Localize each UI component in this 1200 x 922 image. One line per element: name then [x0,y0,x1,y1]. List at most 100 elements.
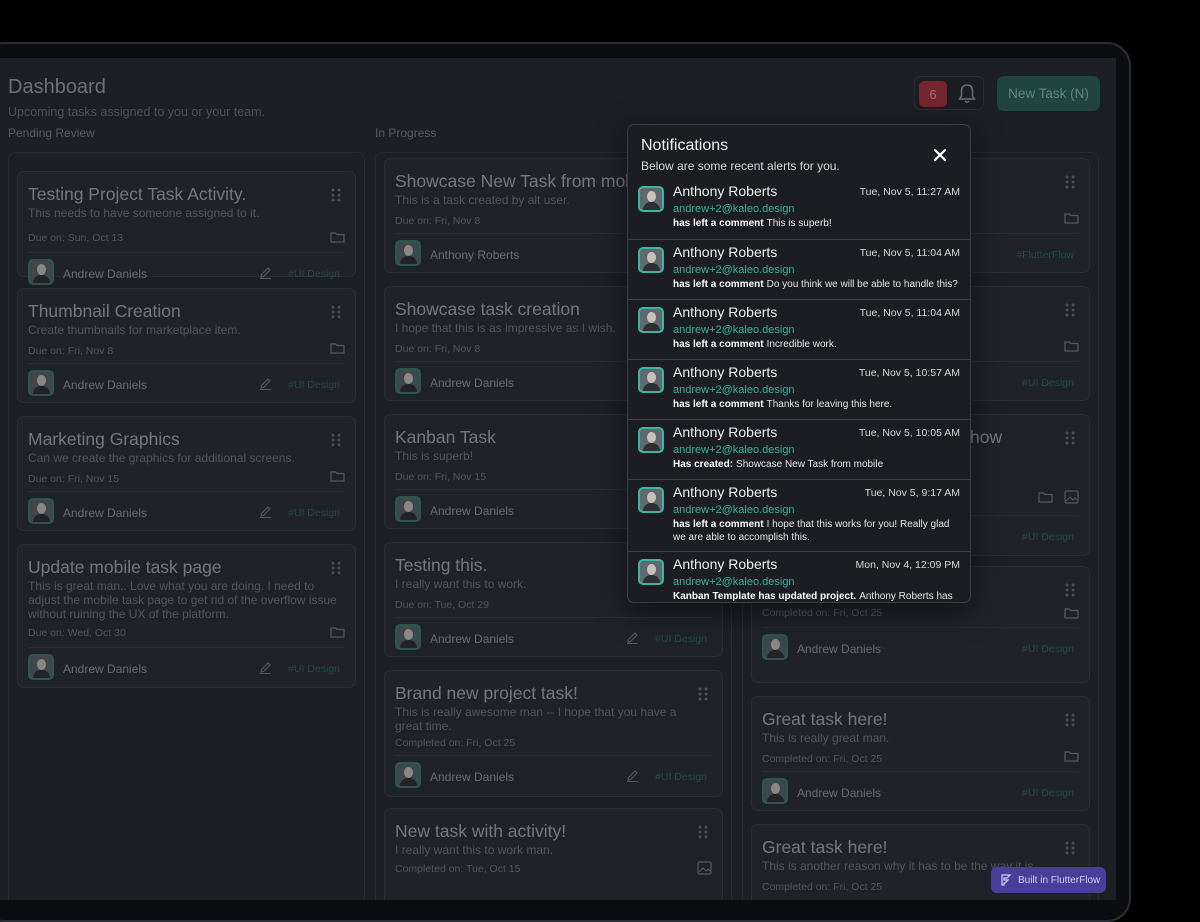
notification-message: Kanban Template has updated project. Anth… [673,590,958,602]
edit-icon[interactable] [259,505,272,518]
notification-time: Tue, Nov 5, 11:27 AM [859,186,960,198]
avatar [638,247,664,273]
edit-icon[interactable] [259,377,272,390]
drag-handle-icon[interactable] [1065,303,1075,317]
drag-handle-icon[interactable] [698,687,708,701]
notification-text: Anthony Roberts has [859,591,953,602]
drag-handle-icon[interactable] [1065,841,1075,855]
notification-item[interactable]: Anthony Roberts Mon, Nov 4, 12:09 PM and… [628,551,970,602]
card-divider [395,755,712,756]
notification-item[interactable]: Anthony Roberts Tue, Nov 5, 9:17 AM andr… [628,479,970,551]
notification-toggle[interactable]: 6 [914,76,984,110]
drag-handle-icon[interactable] [331,188,341,202]
drag-handle-icon[interactable] [698,825,708,839]
notifications-list: Anthony Roberts Tue, Nov 5, 11:27 AM and… [628,179,970,602]
notification-author: Anthony Roberts [673,244,778,260]
notification-item[interactable]: Anthony Roberts Tue, Nov 5, 10:05 AM and… [628,419,970,479]
notification-email: andrew+2@kaleo.design [673,264,795,276]
folder-icon[interactable] [1064,750,1079,762]
task-card[interactable]: Marketing Graphics Can we create the gra… [17,416,356,531]
task-tag: #UI Design [288,268,340,280]
image-icon[interactable] [1064,490,1079,504]
notification-text: Thanks for leaving this here. [766,399,893,410]
task-tag: #UI Design [1022,787,1074,799]
drag-handle-icon[interactable] [1065,713,1075,727]
task-card[interactable]: Great task here! This is really great ma… [751,696,1090,811]
task-due-date: Due on: Tue, Oct 29 [395,599,489,611]
avatar [28,259,54,285]
notification-item[interactable]: Anthony Roberts Tue, Nov 5, 11:04 AM and… [628,299,970,359]
notification-action: has left a comment [673,218,764,229]
folder-icon[interactable] [1064,340,1079,352]
folder-icon[interactable] [1064,607,1079,619]
task-card[interactable]: New task with activity! I really want th… [384,808,723,900]
column-title-pending-review: Pending Review [8,126,95,140]
folder-icon[interactable] [330,470,345,482]
drag-handle-icon[interactable] [1065,175,1075,189]
task-card[interactable]: Brand new project task! This is really a… [384,670,723,797]
avatar [638,487,664,513]
notification-item[interactable]: Anthony Roberts Tue, Nov 5, 11:04 AM and… [628,239,970,299]
folder-icon[interactable] [330,231,345,243]
notification-email: andrew+2@kaleo.design [673,324,795,336]
image-icon[interactable] [697,861,712,875]
notification-message: has left a comment This is superb! [673,217,958,230]
task-tag: #FlutterFlow [1016,249,1074,261]
folder-icon[interactable] [330,626,345,638]
task-description: This is great man.. Love what you are do… [28,579,337,621]
task-card[interactable]: Update mobile task page This is great ma… [17,544,356,688]
assignee-name: Andrew Daniels [63,662,148,676]
notification-email: andrew+2@kaleo.design [673,384,795,396]
notification-action: Has created: [673,459,734,470]
task-due-date: Completed on: Tue, Oct 15 [395,863,521,875]
built-in-flutterflow-badge[interactable]: Built in FlutterFlow [991,867,1106,893]
assignee-name: Anthony Roberts [430,248,520,262]
edit-icon[interactable] [259,661,272,674]
close-icon[interactable] [932,147,948,163]
task-card[interactable]: Testing Project Task Activity. This need… [17,171,356,285]
avatar [28,370,54,396]
drag-handle-icon[interactable] [331,561,341,575]
task-due-date: Due on: Sun, Oct 13 [28,232,124,244]
task-description: This is really awesome man -- I hope tha… [395,705,677,733]
card-divider [28,252,345,253]
edit-icon[interactable] [626,631,639,644]
page-title: Dashboard [8,76,106,98]
card-divider [28,363,345,364]
notification-item[interactable]: Anthony Roberts Tue, Nov 5, 10:57 AM and… [628,359,970,419]
drag-handle-icon[interactable] [331,305,341,319]
notification-text: Do you think we will be able to handle t… [766,279,958,290]
folder-icon[interactable] [1038,491,1053,503]
notification-text: Incredible work. [766,339,837,350]
folder-icon[interactable] [1064,212,1079,224]
notifications-subtitle: Below are some recent alerts for you. [641,159,840,173]
folder-icon[interactable] [330,342,345,354]
drag-handle-icon[interactable] [1065,431,1075,445]
edit-icon[interactable] [259,266,272,279]
page-header: Dashboard Upcoming tasks assigned to you… [8,76,265,119]
task-tag: #UI Design [655,633,707,645]
notification-time: Tue, Nov 5, 10:05 AM [858,427,960,439]
avatar [638,186,664,212]
notifications-panel: Notifications Below are some recent aler… [627,124,971,603]
task-tag: #UI Design [288,663,340,675]
task-tag: #UI Design [288,379,340,391]
task-card[interactable]: Thumbnail Creation Create thumbnails for… [17,288,356,403]
task-description: I really want this to work man. [395,843,554,857]
notification-item[interactable]: Anthony Roberts Tue, Nov 5, 11:27 AM and… [628,179,970,239]
notification-email: andrew+2@kaleo.design [673,444,795,456]
task-tag: #UI Design [655,771,707,783]
new-task-button[interactable]: New Task (N) [997,76,1100,111]
avatar [395,240,421,266]
edit-icon[interactable] [626,769,639,782]
avatar [762,778,788,804]
drag-handle-icon[interactable] [331,433,341,447]
task-due-date: Completed on: Fri, Oct 25 [762,607,883,619]
drag-handle-icon[interactable] [1065,583,1075,597]
notification-time: Tue, Nov 5, 9:17 AM [864,487,960,499]
bell-icon[interactable] [957,83,977,105]
assignee-name: Andrew Daniels [430,376,515,390]
task-title: Great task here! [762,837,888,857]
assignee-name: Andrew Daniels [63,378,148,392]
task-description: This needs to have someone assigned to i… [28,206,260,220]
